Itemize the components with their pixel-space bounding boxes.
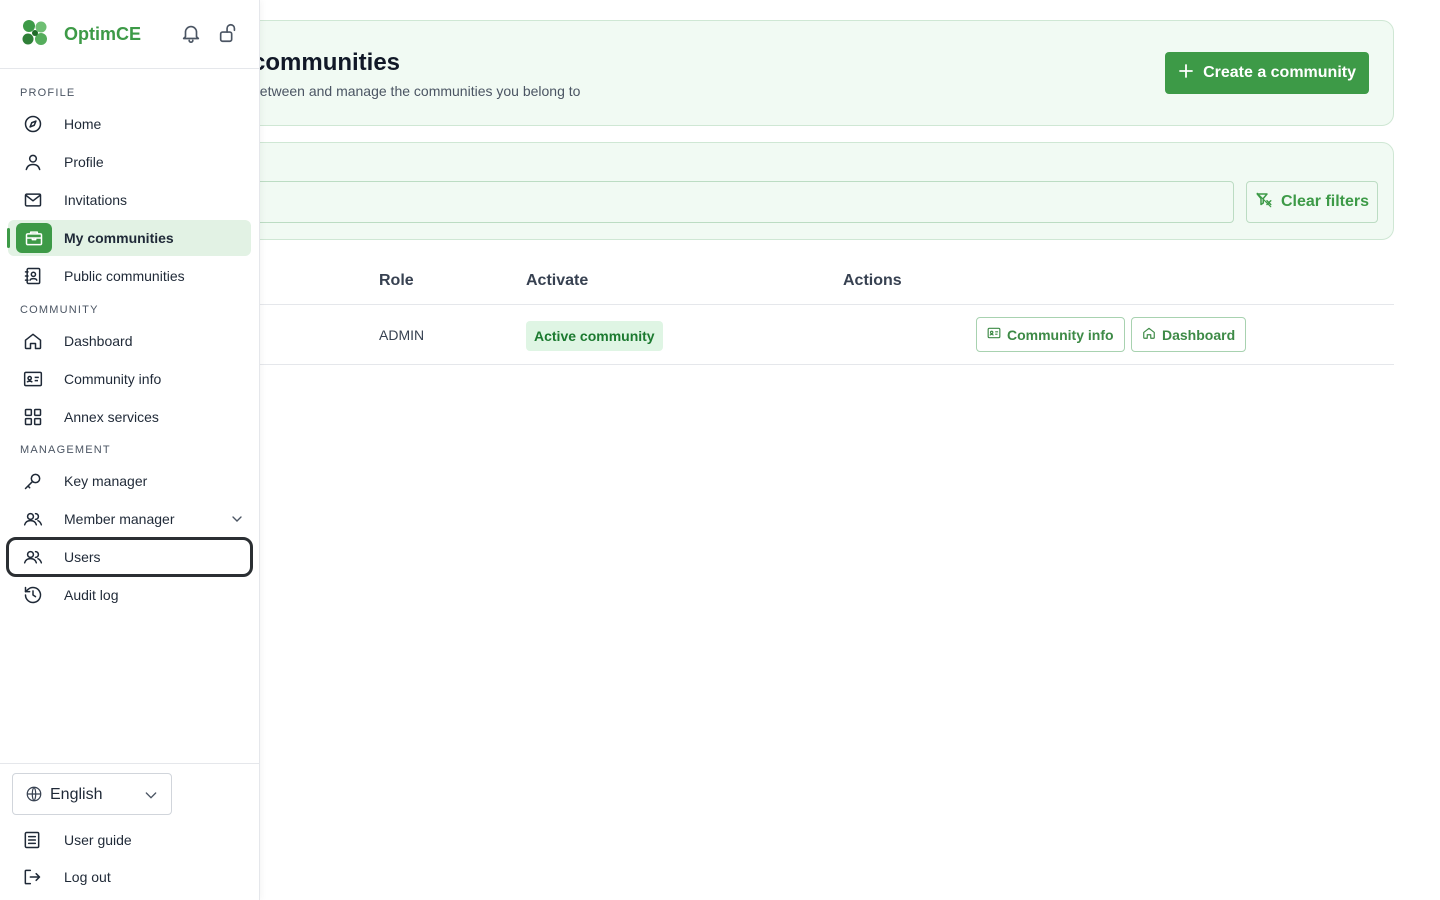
sidebar-item-label: Annex services [64, 409, 159, 425]
status-badge: Active community [526, 321, 663, 351]
section-label-profile: PROFILE [20, 87, 76, 99]
briefcase-icon [16, 223, 52, 253]
history-icon [22, 585, 44, 605]
page-header-card: communities between and manage the commu… [140, 20, 1394, 126]
community-info-label: Community info [1007, 326, 1114, 343]
communities-table: Role Activate Actions ADMIN Active commu… [140, 256, 1394, 365]
users-icon [22, 509, 44, 529]
id-card-icon [22, 369, 44, 389]
create-community-label: Create a community [1203, 64, 1356, 81]
sidebar-item-audit-log[interactable]: Audit log [8, 577, 251, 613]
table-header: Role Activate Actions [140, 256, 1394, 305]
community-info-button[interactable]: Community info [976, 317, 1125, 352]
search-input[interactable] [241, 181, 1234, 223]
clear-filters-button[interactable]: Clear filters [1246, 181, 1378, 223]
sidebar-item-label: Audit log [64, 587, 119, 603]
unlock-icon[interactable] [217, 22, 239, 44]
filter-x-icon [1255, 191, 1273, 214]
sidebar-brand: OptimCE [0, 0, 259, 69]
sidebar-item-label: Member manager [64, 511, 175, 527]
log-out-label: Log out [64, 869, 111, 885]
sidebar-item-label: Dashboard [64, 333, 133, 349]
section-label-management: MANAGEMENT [20, 444, 111, 456]
active-indicator [7, 228, 10, 248]
compass-icon [22, 114, 44, 134]
logout-icon [22, 867, 44, 887]
sidebar: OptimCE PROFILE Home Profile Invitations… [0, 0, 260, 900]
sidebar-item-label: Invitations [64, 192, 128, 208]
plus-icon [1177, 62, 1195, 85]
brand-name: OptimCE [64, 24, 142, 44]
sidebar-item-label: Community info [64, 371, 162, 387]
book-icon [22, 830, 44, 850]
bell-icon[interactable] [180, 22, 202, 44]
key-icon [22, 471, 44, 491]
language-select[interactable]: English [12, 773, 172, 815]
sidebar-item-annex-services[interactable]: Annex services [8, 399, 251, 435]
mail-icon [22, 190, 44, 210]
sidebar-item-profile[interactable]: Profile [8, 144, 251, 180]
user-guide-label: User guide [64, 832, 132, 848]
users-icon [22, 547, 44, 567]
sidebar-item-dashboard[interactable]: Dashboard [8, 323, 251, 359]
id-card-icon [987, 326, 1001, 343]
optimce-logo [22, 20, 47, 45]
globe-icon [26, 786, 42, 802]
table-row: ADMIN Active community Community info Da… [140, 305, 1394, 365]
sidebar-item-label: Users [64, 549, 101, 565]
sidebar-item-label: Profile [64, 154, 104, 170]
clear-filters-label: Clear filters [1280, 193, 1370, 210]
log-out-link[interactable]: Log out [8, 861, 251, 893]
sidebar-item-public-communities[interactable]: Public communities [8, 258, 251, 294]
page-title: communities [252, 49, 401, 76]
language-value: English [50, 786, 103, 803]
row-role: ADMIN [379, 327, 425, 343]
column-header-activate: Activate [526, 272, 589, 289]
house-icon [22, 331, 44, 351]
sidebar-footer: English User guide Log out [0, 763, 259, 900]
dashboard-button[interactable]: Dashboard [1131, 317, 1247, 352]
column-header-role: Role [379, 272, 414, 289]
sidebar-item-users[interactable]: Users [6, 537, 253, 577]
house-icon [1142, 326, 1156, 343]
sidebar-item-label: Public communities [64, 268, 185, 284]
sidebar-item-my-communities[interactable]: My communities [7, 220, 251, 256]
section-label-community: COMMUNITY [20, 304, 99, 316]
column-header-actions: Actions [843, 272, 902, 289]
sidebar-item-label: My communities [64, 230, 174, 246]
sidebar-item-label: Home [64, 116, 102, 132]
sidebar-item-invitations[interactable]: Invitations [8, 182, 251, 218]
dashboard-label: Dashboard [1162, 326, 1236, 343]
sidebar-item-home[interactable]: Home [8, 106, 251, 142]
chevron-down-icon [232, 516, 242, 522]
create-community-button[interactable]: Create a community [1165, 52, 1369, 94]
grid-icon [22, 407, 44, 427]
user-guide-link[interactable]: User guide [8, 824, 251, 856]
user-icon [22, 152, 44, 172]
sidebar-item-community-info[interactable]: Community info [8, 361, 251, 397]
sidebar-item-member-manager[interactable]: Member manager [8, 501, 251, 537]
page-subtitle: between and manage the communities you b… [252, 83, 581, 99]
chevron-down-icon [145, 792, 157, 799]
filter-card: Clear filters [140, 142, 1394, 240]
sidebar-item-label: Key manager [64, 473, 148, 489]
contact-icon [22, 266, 44, 286]
sidebar-item-key-manager[interactable]: Key manager [8, 463, 251, 499]
